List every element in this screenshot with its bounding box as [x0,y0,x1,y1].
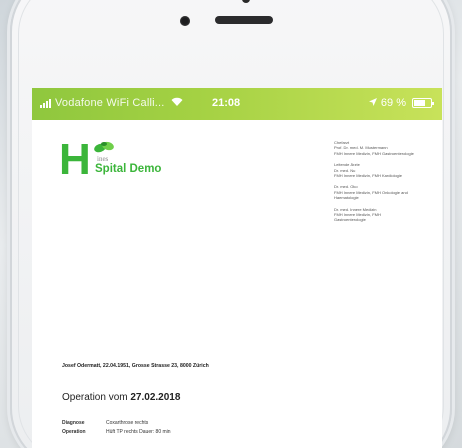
leaf-icon [94,141,114,153]
staff-line: Gastroenterologie [334,217,366,223]
battery-percent: 69 % [380,97,406,109]
earpiece-speaker [215,16,273,24]
staff-list: Chefarzt Prof. Dr. med. M. Mustermann FM… [334,140,438,229]
status-right: 69 % [368,97,434,109]
staff-group: Dr. med. Innere Medizin FMH Innere Mediz… [334,207,438,223]
status-left: Vodafone WiFi Calli... [40,97,183,109]
operation-title: Operation vom 27.02.2018 [62,392,180,403]
diagnose-label: Diagnose [62,420,85,426]
operation-date: 27.02.2018 [130,392,181,403]
status-bar: Vodafone WiFi Calli... 21:08 69 % [32,88,442,120]
staff-line: FMH Innere Medizin, FMH Gastroenterologi… [334,150,414,156]
staff-group: Chefarzt Prof. Dr. med. M. Mustermann FM… [334,140,438,156]
document-page: H ines Spital Demo Chefarzt Prof. Dr. me… [32,120,442,448]
battery-icon [412,98,434,108]
hospital-name: Spital Demo [95,163,162,175]
staff-line: Haematologie [334,195,359,201]
carrier-name: Vodafone WiFi Calli... [55,97,165,109]
operation-title-prefix: Operation vom [62,392,128,403]
signal-icon [40,98,51,108]
battery-fill [414,100,426,106]
staff-group: Dr. med. Oko FMH Innere Medizin, FMH Onk… [334,184,438,200]
staff-group: Leitende Ärzte Dr. med. Nu FMH Innere Me… [334,162,438,178]
operation-details: Diagnose Coxarthrose rechts Operation Hü… [62,420,171,435]
wifi-icon [171,97,183,109]
status-time: 21:08 [212,97,241,109]
hospital-logo: H ines Spital Demo [59,138,199,198]
location-icon [368,98,377,108]
staff-line: FMH Innere Medizin, FMH Kardiologie [334,173,403,179]
phone-screen: Vodafone WiFi Calli... 21:08 69 % H ines… [32,88,442,448]
logo-ines-text: ines [97,155,109,163]
patient-line: Josef Odermatt, 22.04.1951, Grosse Stras… [62,363,209,369]
operation-label: Operation [62,429,86,435]
operation-value: Hüft TP rechts Dauer: 80 min [106,429,171,435]
proximity-sensor [180,16,190,26]
logo-letter: H [59,135,91,184]
diagnose-value: Coxarthrose rechts [106,420,149,426]
